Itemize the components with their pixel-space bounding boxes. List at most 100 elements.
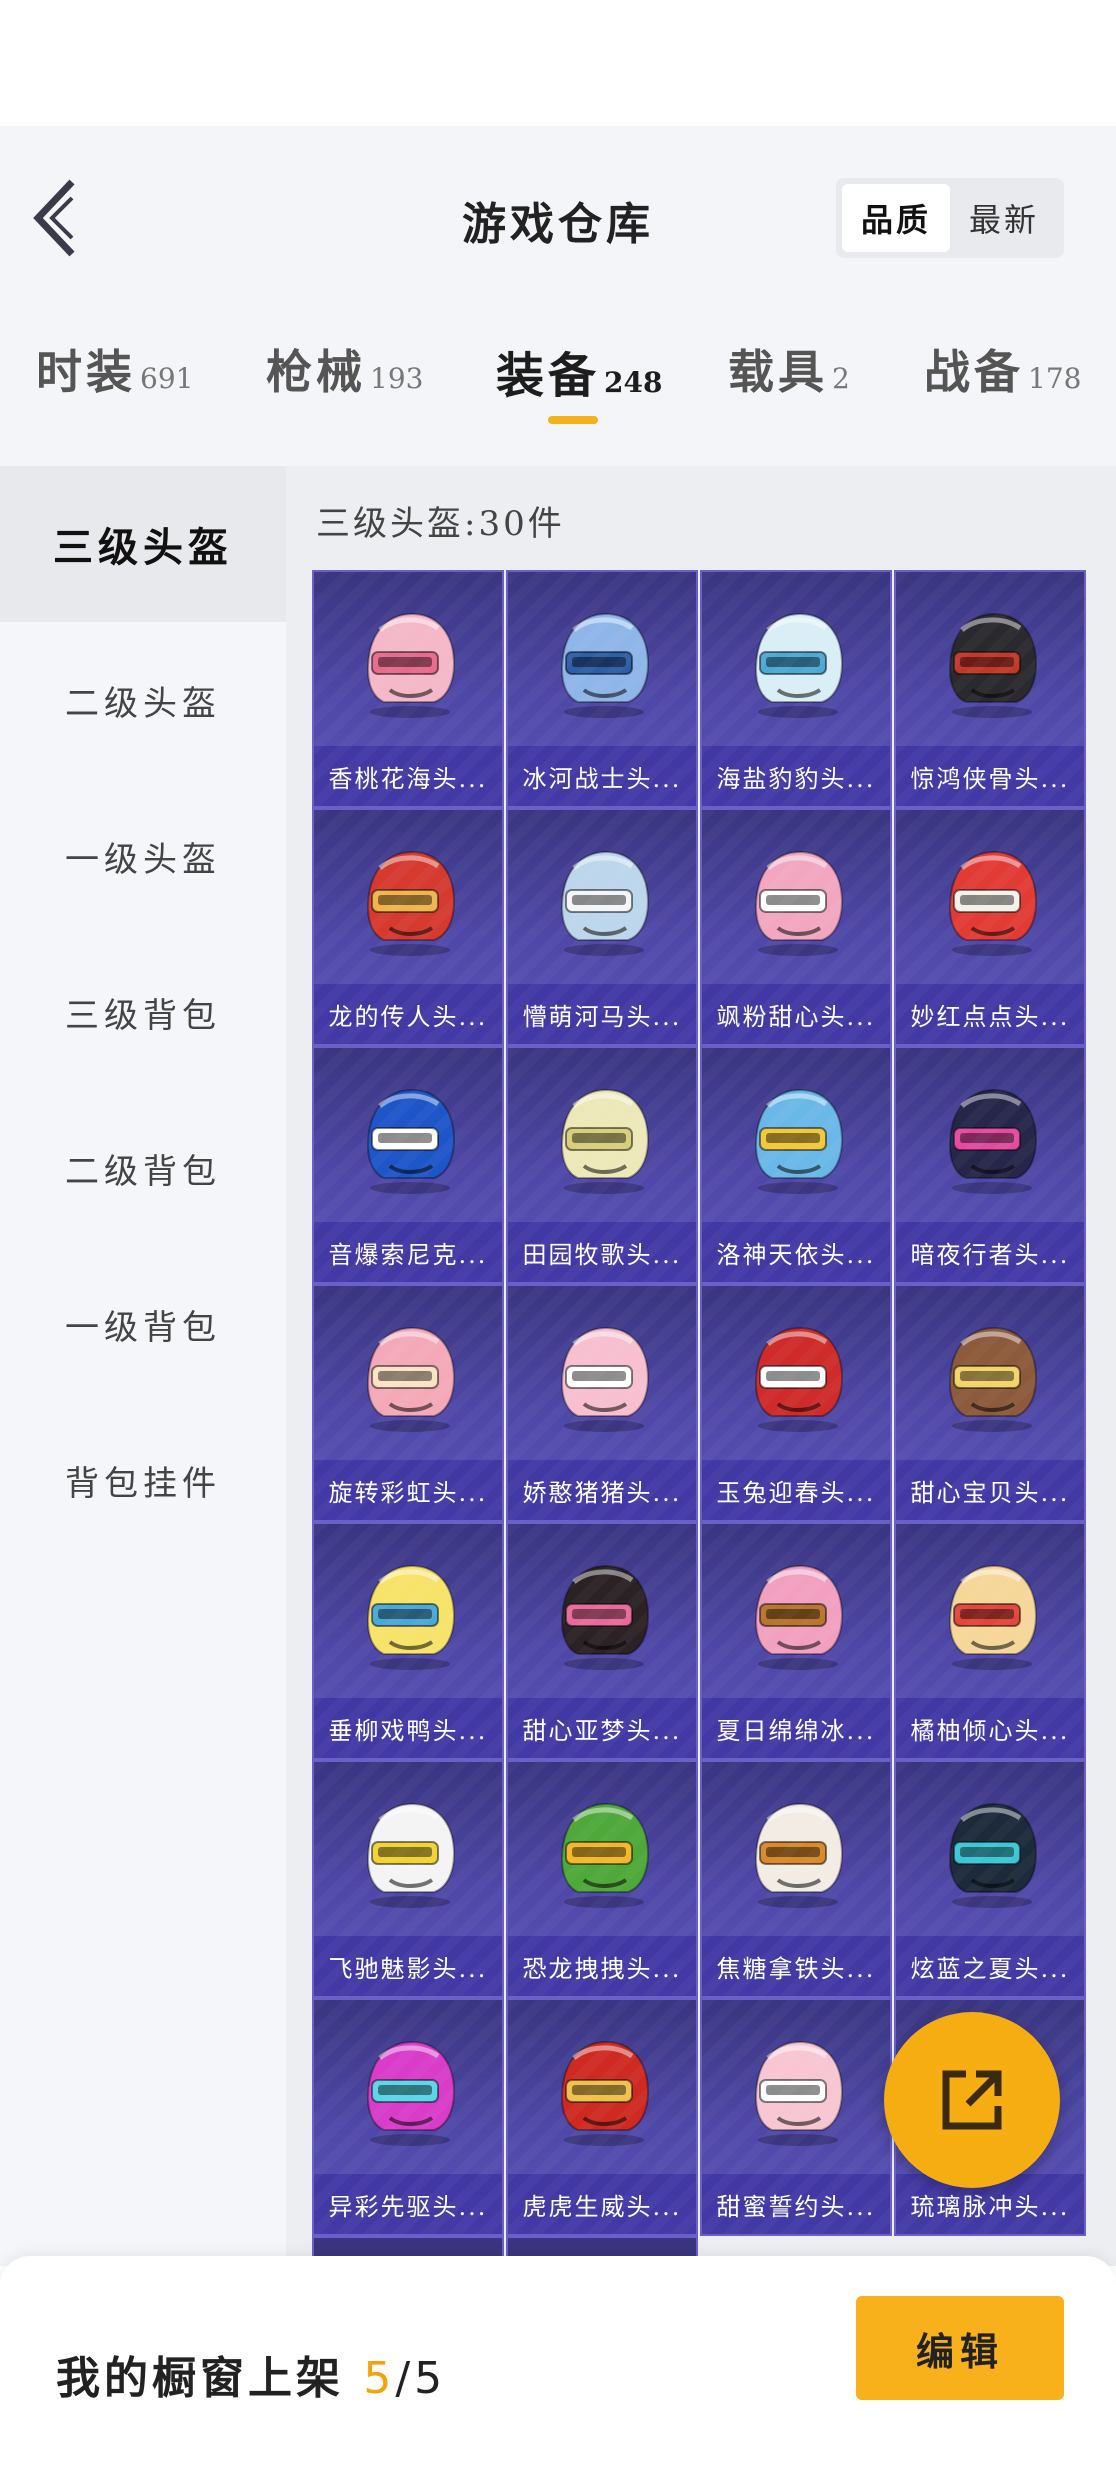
tab-count: 691 — [140, 362, 194, 395]
showcase-count: 5 — [363, 2353, 396, 2404]
tab-guns[interactable]: 枪械 193 — [266, 336, 423, 426]
item-name: 洛神天依头... — [702, 1222, 890, 1282]
helmet-icon — [754, 612, 844, 718]
item-name: 飒粉甜心头... — [702, 984, 890, 1044]
item-card[interactable]: 垂柳戏鸭头... — [312, 1522, 504, 1760]
helmet-icon — [366, 1088, 456, 1194]
item-card[interactable]: 娇憨猪猪头... — [506, 1284, 698, 1522]
share-button[interactable] — [884, 2012, 1060, 2188]
item-card[interactable]: 异彩先驱头... — [312, 1998, 504, 2236]
item-card[interactable]: 焦糖拿铁头... — [700, 1760, 892, 1998]
sidebar-item-level3-backpack[interactable]: 三级背包 — [0, 934, 286, 1090]
helmet-icon — [560, 2040, 650, 2146]
helmet-icon — [948, 1802, 1038, 1908]
helmet-icon — [560, 612, 650, 718]
item-name: 冰河战士头... — [508, 746, 696, 806]
helmet-icon — [366, 1802, 456, 1908]
sort-option-newest[interactable]: 最新 — [950, 184, 1058, 252]
helmet-icon — [948, 1326, 1038, 1432]
item-card[interactable]: 暗夜行者头... — [894, 1046, 1086, 1284]
item-card[interactable]: 虎虎生威头... — [506, 1998, 698, 2236]
subcategory-sidebar: 三级头盔 二级头盔 一级头盔 三级背包 二级背包 一级背包 背包挂件 — [0, 466, 286, 2266]
sidebar-item-level1-backpack[interactable]: 一级背包 — [0, 1246, 286, 1402]
showcase-label: 我的橱窗上架 — [56, 2353, 364, 2404]
tab-count: 193 — [370, 362, 424, 395]
item-card[interactable]: 恐龙拽拽头... — [506, 1760, 698, 1998]
item-card[interactable]: 香桃花海头... — [312, 570, 504, 808]
item-name: 龙的传人头... — [314, 984, 502, 1044]
tab-count: 178 — [1028, 362, 1082, 395]
chevron-left-icon — [33, 179, 75, 257]
item-name: 甜蜜誓约头... — [702, 2174, 890, 2234]
tab-count: 248 — [604, 366, 663, 399]
item-name: 异彩先驱头... — [314, 2174, 502, 2234]
back-button[interactable] — [28, 174, 88, 264]
helmet-icon — [948, 1088, 1038, 1194]
helmet-icon — [366, 850, 456, 956]
item-card[interactable]: 惊鸿侠骨头... — [894, 570, 1086, 808]
sidebar-item-level2-helmet[interactable]: 二级头盔 — [0, 622, 286, 778]
item-card[interactable]: 旋转彩虹头... — [312, 1284, 504, 1522]
helmet-icon — [754, 1088, 844, 1194]
item-card[interactable]: 飞驰魅影头... — [312, 1760, 504, 1998]
showcase-status: 我的橱窗上架 5/5 — [56, 2342, 446, 2406]
item-name: 香桃花海头... — [314, 746, 502, 806]
item-name: 甜心亚梦头... — [508, 1698, 696, 1758]
item-card[interactable]: 妙红点点头... — [894, 808, 1086, 1046]
helmet-icon — [366, 1326, 456, 1432]
item-card[interactable]: 甜蜜誓约头... — [700, 1998, 892, 2236]
item-card[interactable]: 玉兔迎春头... — [700, 1284, 892, 1522]
sort-option-quality[interactable]: 品质 — [842, 184, 950, 252]
tab-equipment[interactable]: 装备 248 — [496, 336, 662, 426]
item-card[interactable]: 甜心亚梦头... — [506, 1522, 698, 1760]
helmet-icon — [560, 1326, 650, 1432]
showcase-separator: / — [395, 2353, 415, 2404]
item-card[interactable]: 冰河战士头... — [506, 570, 698, 808]
tab-vehicles[interactable]: 载具 2 — [728, 336, 850, 426]
share-external-icon — [942, 2070, 1002, 2130]
item-card[interactable]: 洛神天依头... — [700, 1046, 892, 1284]
sort-toggle: 品质 最新 — [836, 178, 1064, 258]
sidebar-item-level1-helmet[interactable]: 一级头盔 — [0, 778, 286, 934]
helmet-icon — [560, 1564, 650, 1670]
item-name: 暗夜行者头... — [896, 1222, 1084, 1282]
item-name: 炫蓝之夏头... — [896, 1936, 1084, 1996]
helmet-icon — [366, 612, 456, 718]
status-bar-area — [0, 0, 1116, 126]
sidebar-item-level3-helmet[interactable]: 三级头盔 — [0, 466, 286, 622]
item-card[interactable]: 炫蓝之夏头... — [894, 1760, 1086, 1998]
helmet-icon — [366, 2040, 456, 2146]
showcase-bar: 我的橱窗上架 5/5 编辑 — [0, 2256, 1116, 2484]
helmet-icon — [366, 1564, 456, 1670]
showcase-total: 5 — [414, 2353, 447, 2404]
item-card[interactable]: 海盐豹豹头... — [700, 570, 892, 808]
item-card[interactable]: 龙的传人头... — [312, 808, 504, 1046]
item-card[interactable]: 飒粉甜心头... — [700, 808, 892, 1046]
helmet-icon — [948, 850, 1038, 956]
tab-label: 时装 — [36, 345, 136, 399]
tab-fashion[interactable]: 时装 691 — [36, 336, 193, 426]
item-card[interactable]: 甜心宝贝头... — [894, 1284, 1086, 1522]
sidebar-item-backpack-charm[interactable]: 背包挂件 — [0, 1402, 286, 1558]
item-name: 飞驰魅影头... — [314, 1936, 502, 1996]
tab-supplies[interactable]: 战备 178 — [924, 336, 1081, 426]
item-card[interactable]: 田园牧歌头... — [506, 1046, 698, 1284]
helmet-icon — [754, 1326, 844, 1432]
tab-label: 装备 — [496, 348, 601, 404]
helmet-icon — [754, 2040, 844, 2146]
item-card[interactable]: 懵萌河马头... — [506, 808, 698, 1046]
edit-button[interactable]: 编辑 — [856, 2296, 1064, 2400]
active-tab-indicator — [548, 416, 598, 424]
item-name: 夏日绵绵冰... — [702, 1698, 890, 1758]
sidebar-item-level2-backpack[interactable]: 二级背包 — [0, 1090, 286, 1246]
item-name: 妙红点点头... — [896, 984, 1084, 1044]
item-card[interactable]: 音爆索尼克... — [312, 1046, 504, 1284]
item-grid: 香桃花海头... 冰河战士头... 海盐豹豹头... 惊鸿侠骨头... 龙的传人头...… — [312, 570, 1090, 2236]
section-title: 三级头盔:30件 — [316, 504, 565, 544]
item-card[interactable]: 橘柚倾心头... — [894, 1522, 1086, 1760]
item-panel: 三级头盔:30件 香桃花海头... 冰河战士头... 海盐豹豹头... 惊鸿侠骨头..… — [286, 466, 1116, 2266]
item-name: 惊鸿侠骨头... — [896, 746, 1084, 806]
item-name: 娇憨猪猪头... — [508, 1460, 696, 1520]
item-name: 海盐豹豹头... — [702, 746, 890, 806]
item-card[interactable]: 夏日绵绵冰... — [700, 1522, 892, 1760]
